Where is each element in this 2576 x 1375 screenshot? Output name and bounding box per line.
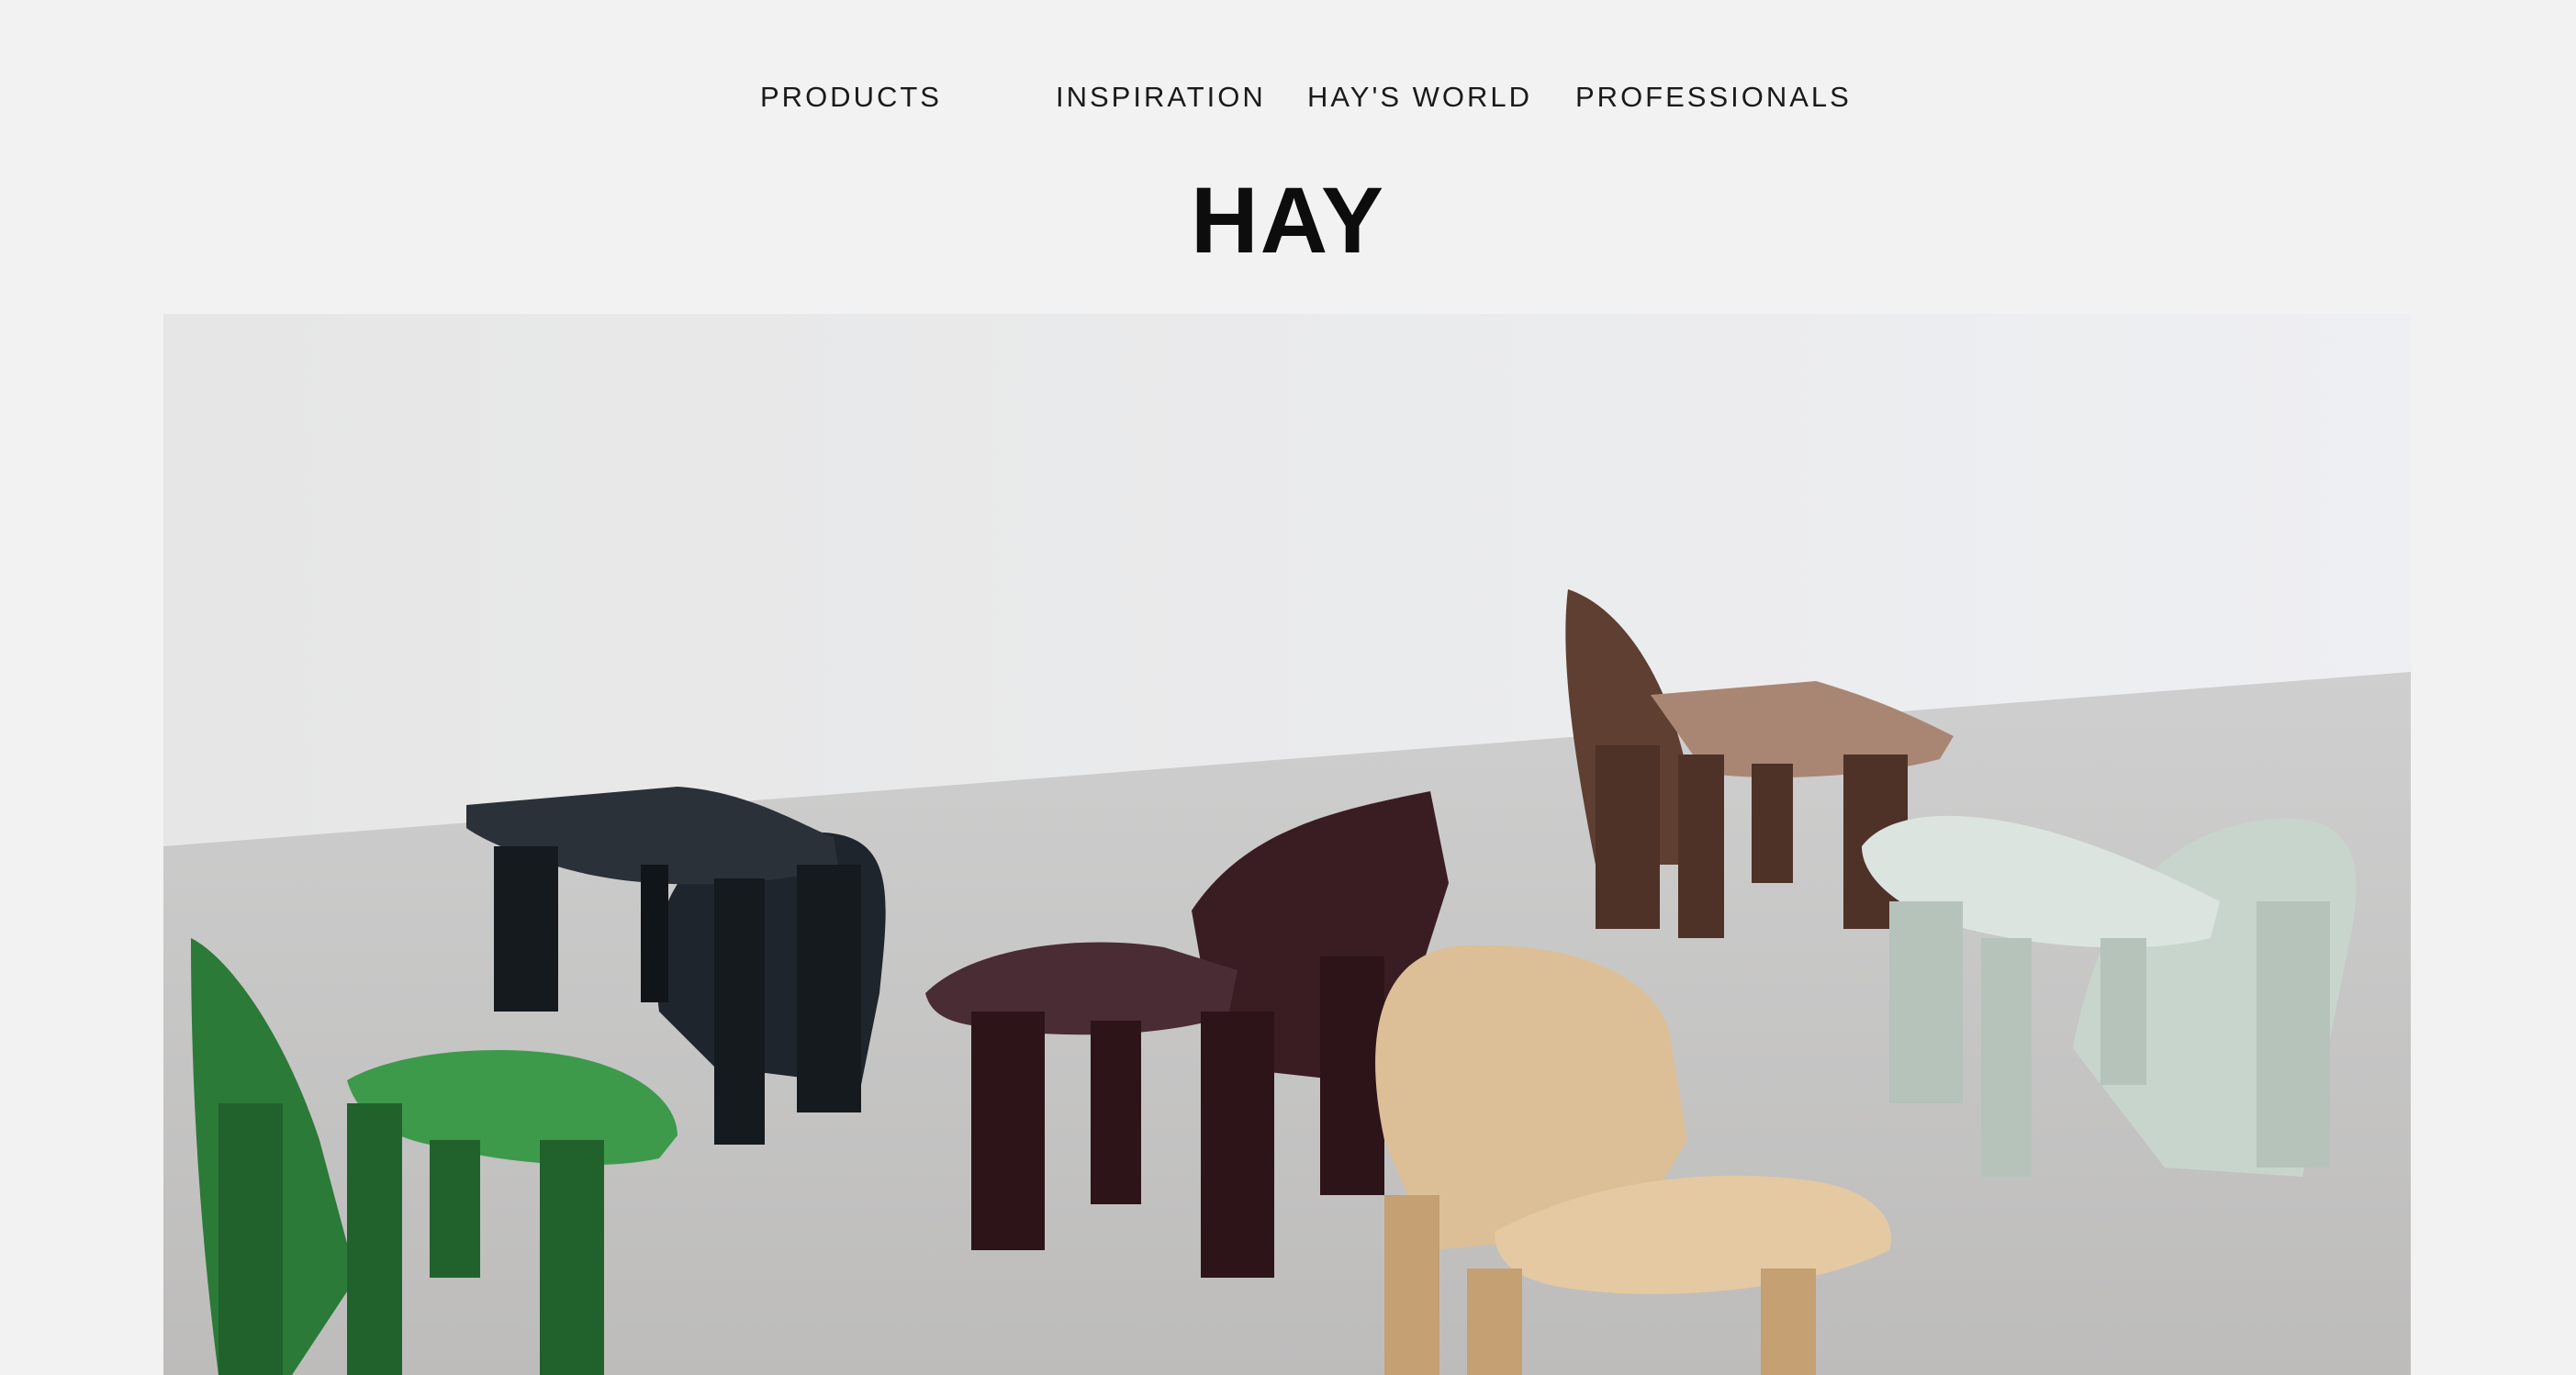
brand-logo[interactable]: HAY <box>0 165 2576 275</box>
nav-products[interactable]: PRODUCTS <box>760 79 942 116</box>
nav-hays-world[interactable]: HAY'S WORLD <box>1307 79 1532 116</box>
nav-professionals[interactable]: PROFESSIONALS <box>1575 79 1852 116</box>
main-nav: PRODUCTS INSPIRATION HAY'S WORLD PROFESS… <box>0 79 2576 116</box>
nav-inspiration[interactable]: INSPIRATION <box>1056 79 1266 116</box>
site-header: PRODUCTS INSPIRATION HAY'S WORLD PROFESS… <box>0 0 2576 314</box>
hero-photo-chairs <box>163 314 2411 1375</box>
hero-image[interactable] <box>163 314 2411 1375</box>
